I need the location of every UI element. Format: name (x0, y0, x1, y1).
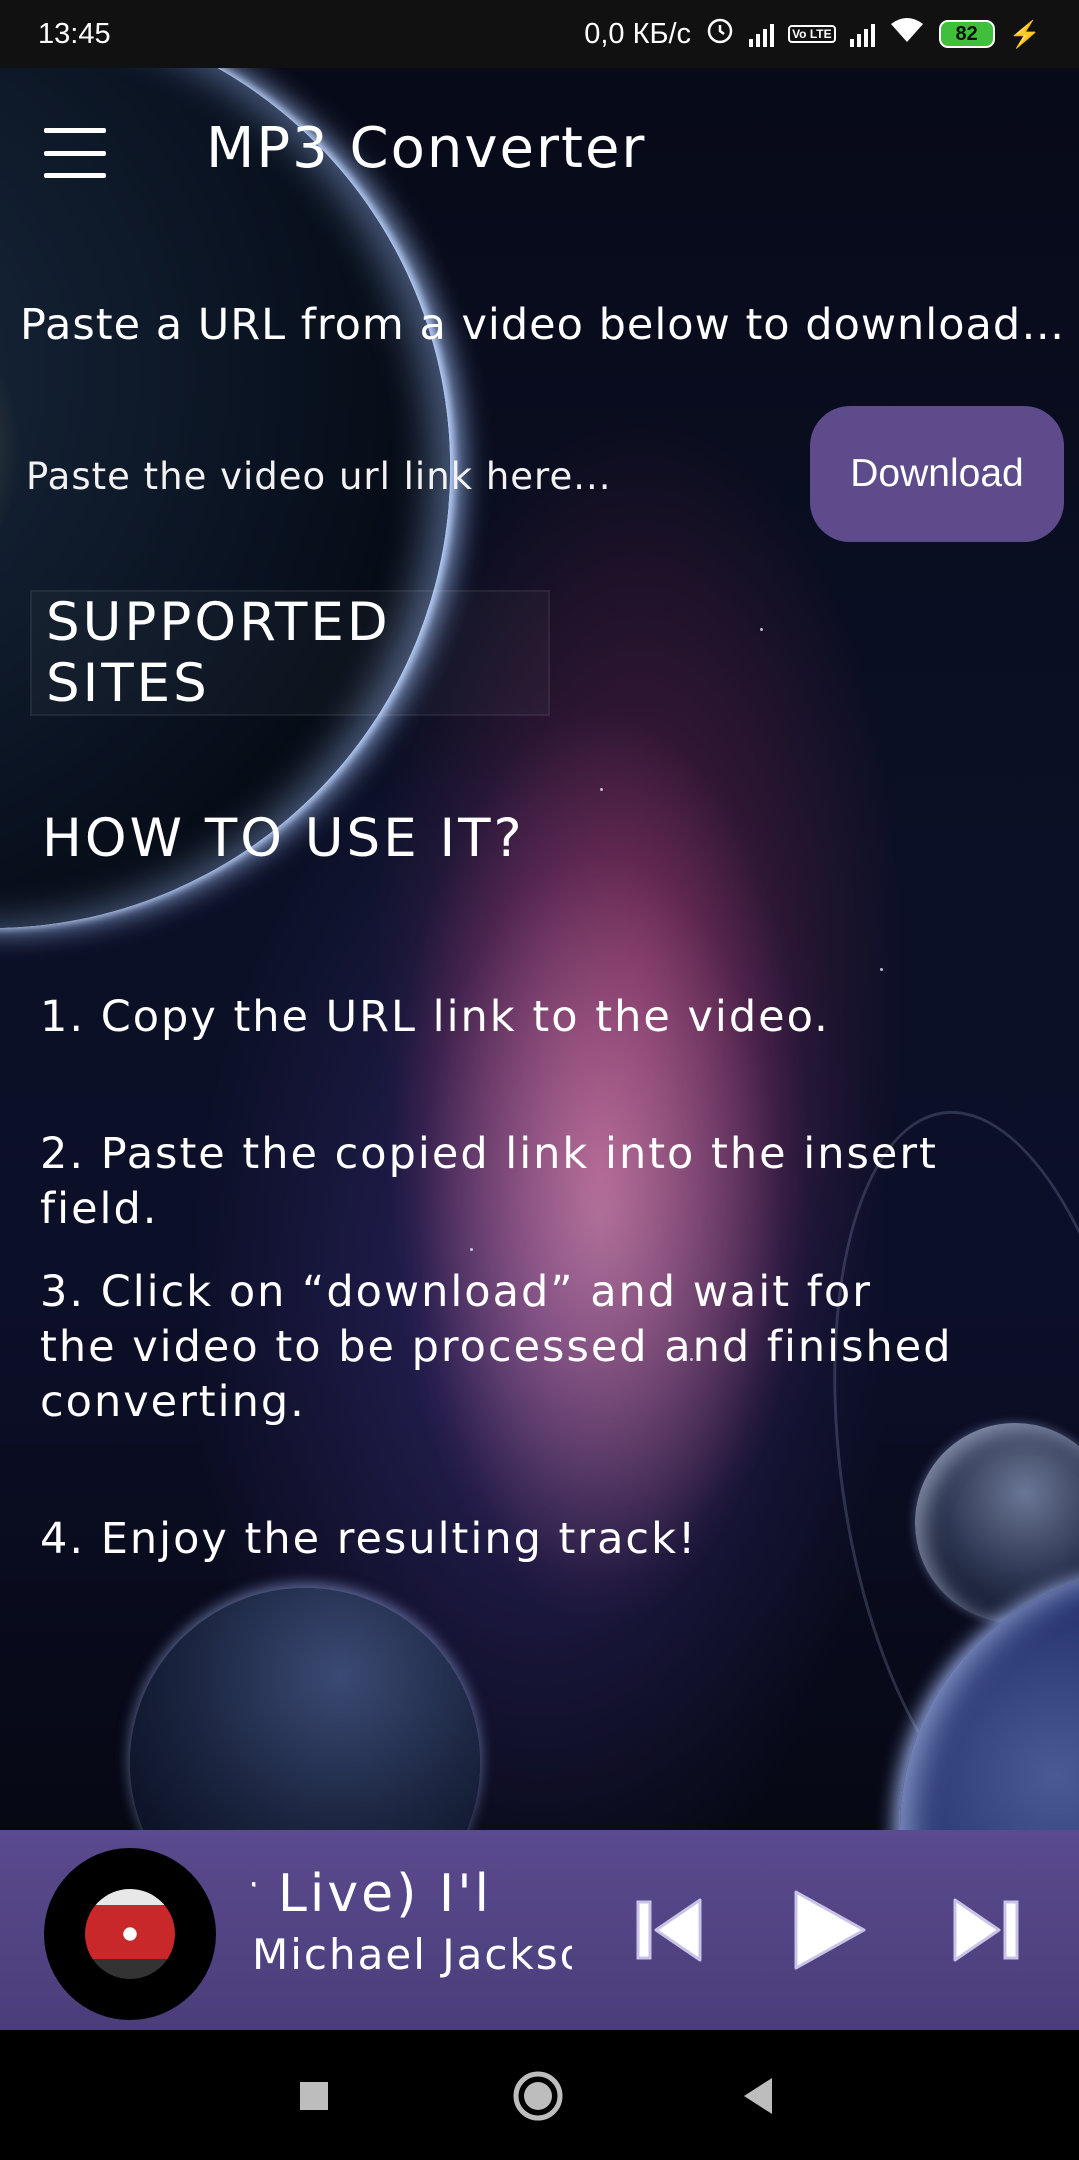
supported-sites-button[interactable]: SUPPORTED SITES (30, 590, 550, 716)
track-artist: Michael Jackson (252, 1930, 572, 1979)
album-art-image (85, 1889, 175, 1979)
system-nav-bar (0, 2030, 1079, 2160)
signal-icon (849, 21, 875, 47)
star (880, 968, 883, 971)
step-3-line-1: 3. Click on “download” and wait for (40, 1267, 872, 1317)
volte-badge: Vo LTE (788, 25, 836, 43)
charging-bolt-icon: ⚡ (1008, 18, 1041, 49)
how-to-heading: HOW TO USE IT? (42, 808, 525, 869)
track-title: r Live) I'l (252, 1864, 492, 1924)
app-bar: MP3 Converter (0, 68, 1079, 233)
star (470, 1248, 473, 1251)
alarm-icon (705, 15, 735, 53)
step-3-line-2: the video to be processed and finished (40, 1322, 953, 1372)
skip-next-icon[interactable] (935, 1882, 1035, 1978)
star (760, 628, 763, 631)
download-button[interactable]: Download (810, 406, 1064, 542)
star (600, 788, 603, 791)
url-input[interactable] (14, 440, 798, 512)
recents-square-icon[interactable] (284, 2066, 344, 2126)
app-title: MP3 Converter (206, 116, 647, 181)
hamburger-menu-icon[interactable] (44, 128, 106, 178)
skip-previous-icon[interactable] (620, 1882, 720, 1978)
status-icons: 0,0 КБ/с Vo LTE 82 ⚡ (584, 15, 1041, 53)
play-icon[interactable] (778, 1882, 878, 1978)
network-speed: 0,0 КБ/с (584, 17, 692, 50)
step-2: 2. Paste the copied link into the insert… (40, 1129, 938, 1234)
step-1: 1. Copy the URL link to the video. (40, 992, 830, 1042)
status-time: 13:45 (38, 17, 111, 50)
back-triangle-icon[interactable] (728, 2066, 788, 2126)
status-bar: 13:45 0,0 КБ/с Vo LTE 82 ⚡ (0, 0, 1079, 68)
album-cover[interactable] (44, 1848, 216, 2020)
battery-icon: 82 (938, 20, 995, 48)
step-3-line-3: converting. (40, 1377, 306, 1427)
track-info[interactable]: r Live) I'l Michael Jackson (252, 1864, 572, 2004)
mini-player[interactable]: r Live) I'l Michael Jackson (0, 1830, 1079, 2030)
intro-text: Paste a URL from a video below to downlo… (20, 300, 1065, 350)
wifi-icon (889, 16, 925, 52)
step-4: 4. Enjoy the resulting track! (40, 1514, 698, 1564)
signal-icon (749, 21, 775, 47)
home-circle-icon[interactable] (508, 2066, 568, 2126)
storm-planet-illustration (130, 1588, 480, 1830)
